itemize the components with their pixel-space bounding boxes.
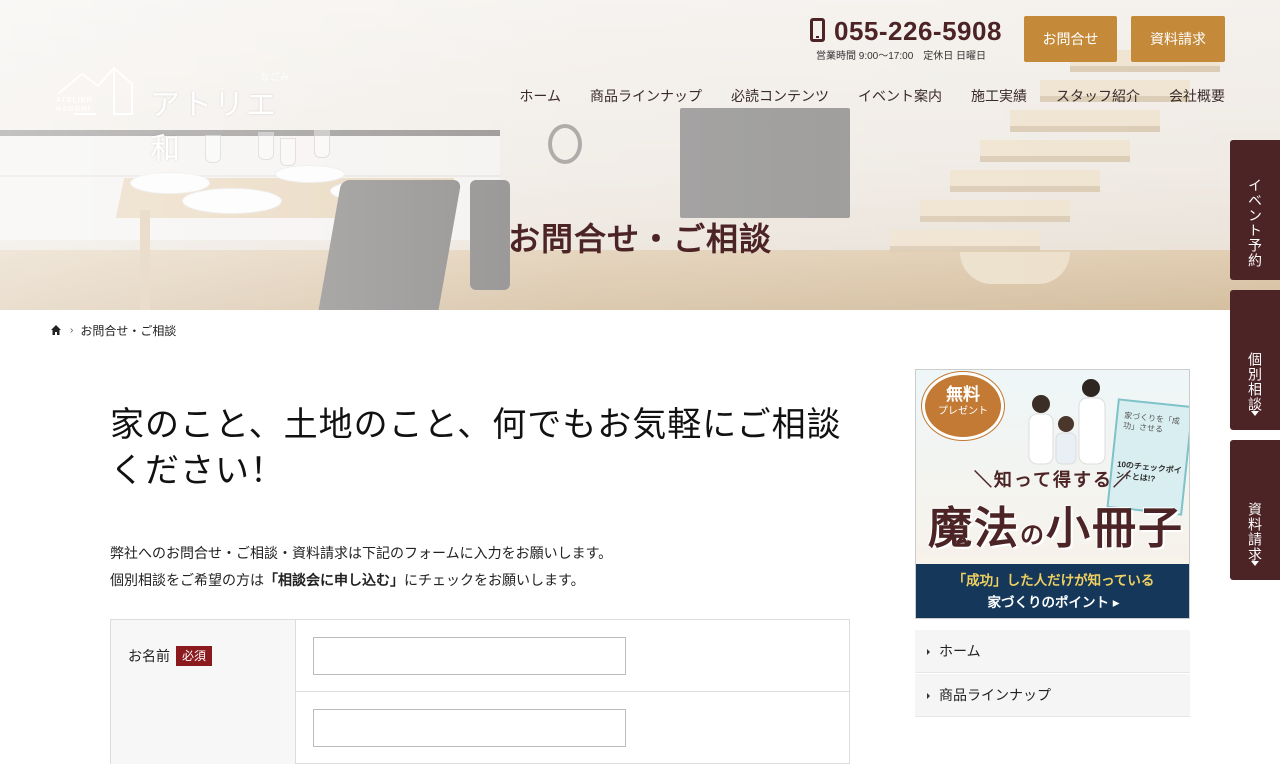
- breadcrumb-current: お問合せ・ご相談: [80, 323, 177, 338]
- contact-button[interactable]: お問合せ: [1024, 16, 1117, 62]
- nav-item-company[interactable]: 会社概要: [1169, 86, 1225, 106]
- intro-line-2-post: にチェックをお願いします。: [404, 572, 585, 588]
- nav-item-events[interactable]: イベント案内: [858, 86, 942, 106]
- global-nav: ホーム 商品ラインナップ 必読コンテンツ イベント案内 施工実績 スタッフ紹介 …: [490, 86, 1225, 106]
- free-present-badge: 無料 プレゼント: [922, 372, 1004, 440]
- form-label-name: お名前 必須: [111, 620, 296, 692]
- nav-item-works[interactable]: 施工実績: [971, 86, 1027, 106]
- request-materials-button[interactable]: 資料請求: [1131, 16, 1225, 62]
- logo-japanese: アトリエ和: [150, 88, 278, 167]
- side-tab-label: 資料請求: [1247, 502, 1263, 562]
- phone-number[interactable]: 055-226-5908: [834, 16, 1002, 47]
- caret-down-icon: [1251, 411, 1259, 416]
- home-icon[interactable]: [50, 324, 62, 336]
- side-tab-consultation[interactable]: 個別相談: [1230, 290, 1280, 430]
- intro-line-2: 個別相談をご希望の方は「相談会に申し込む」にチェックをお願いします。: [110, 567, 850, 594]
- banner-title-part1: 魔法: [928, 504, 1020, 553]
- badge-line-1: 無料: [946, 385, 980, 404]
- form-row-next: [110, 692, 850, 764]
- banner-subtitle: ＼知って得する／: [973, 470, 1134, 490]
- nav-item-lineup[interactable]: 商品ラインナップ: [590, 86, 702, 106]
- smartphone-icon: [810, 18, 825, 42]
- form-row-name: お名前 必須: [110, 620, 850, 692]
- intro-line-2-pre: 個別相談をご希望の方は: [110, 572, 264, 588]
- page-title: お問合せ・ご相談: [507, 221, 772, 257]
- side-tab-event-reservation[interactable]: イベント予約: [1230, 140, 1280, 280]
- breadcrumb-separator-icon: ›: [70, 324, 74, 336]
- banner-title-part2: の: [1020, 522, 1046, 549]
- required-badge: 必須: [176, 646, 213, 666]
- logo-english-line2: NAGOMI: [56, 106, 91, 113]
- banner-title-part3: 小冊子: [1046, 504, 1184, 553]
- family-photo-icon: [1028, 379, 1106, 465]
- banner-bottom: 「成功」した人だけが知っている 家づくりのポイント ▸: [916, 564, 1189, 618]
- intro-text: 弊社へのお問合せ・ご相談・資料請求は下記のフォームに入力をお願いします。 個別相…: [110, 540, 850, 594]
- badge-line-2: プレゼント: [938, 406, 988, 417]
- booklet-cover-text: 家づくりを「成功」させる: [1122, 411, 1181, 435]
- banner-bottom-line1: 「成功」した人だけが知っている: [952, 573, 1155, 588]
- booklet-banner[interactable]: 無料 プレゼント 家づくりを「成功」させる 10のチェックポイントとは!? ＼知…: [915, 369, 1190, 619]
- side-tab-label: イベント予約: [1247, 178, 1263, 268]
- main-heading: 家のこと、土地のこと、何でもお気軽にご相談ください！: [110, 406, 842, 490]
- form-label-next: [111, 692, 296, 764]
- caret-down-icon: [1251, 561, 1259, 566]
- logo-english: ATELIER NAGOMI: [56, 96, 92, 114]
- nav-item-home[interactable]: ホーム: [519, 86, 561, 106]
- banner-bottom-line2: 家づくりのポイント ▸: [987, 595, 1120, 610]
- contact-form: お名前 必須: [110, 619, 850, 764]
- nav-item-staff[interactable]: スタッフ紹介: [1056, 86, 1140, 106]
- next-input[interactable]: [313, 709, 626, 747]
- breadcrumb: › お問合せ・ご相談: [50, 322, 176, 338]
- phone-contact[interactable]: 055-226-5908 営業時間 9:00～17:00 定休日 日曜日: [808, 16, 1008, 62]
- name-input[interactable]: [313, 637, 626, 675]
- sidebar-menu: ホーム 商品ラインナップ: [915, 630, 1190, 718]
- side-tab-label: 個別相談: [1247, 352, 1263, 412]
- side-tab-request[interactable]: 資料請求: [1230, 440, 1280, 580]
- sidebar-item-home[interactable]: ホーム: [915, 630, 1190, 673]
- banner-title: 魔法の小冊子: [928, 492, 1184, 556]
- intro-line-1: 弊社へのお問合せ・ご相談・資料請求は下記のフォームに入力をお願いします。: [110, 545, 613, 561]
- site-logo[interactable]: ATELIER NAGOMI なごみ アトリエ和: [56, 66, 296, 167]
- logo-english-line1: ATELIER: [56, 97, 93, 104]
- nav-item-contents[interactable]: 必読コンテンツ: [731, 86, 829, 106]
- sidebar-item-lineup[interactable]: 商品ラインナップ: [915, 674, 1190, 717]
- name-label-text: お名前: [128, 648, 170, 664]
- intro-line-2-bold: 「相談会に申し込む」: [264, 572, 404, 588]
- business-hours: 営業時間 9:00～17:00 定休日 日曜日: [816, 51, 987, 62]
